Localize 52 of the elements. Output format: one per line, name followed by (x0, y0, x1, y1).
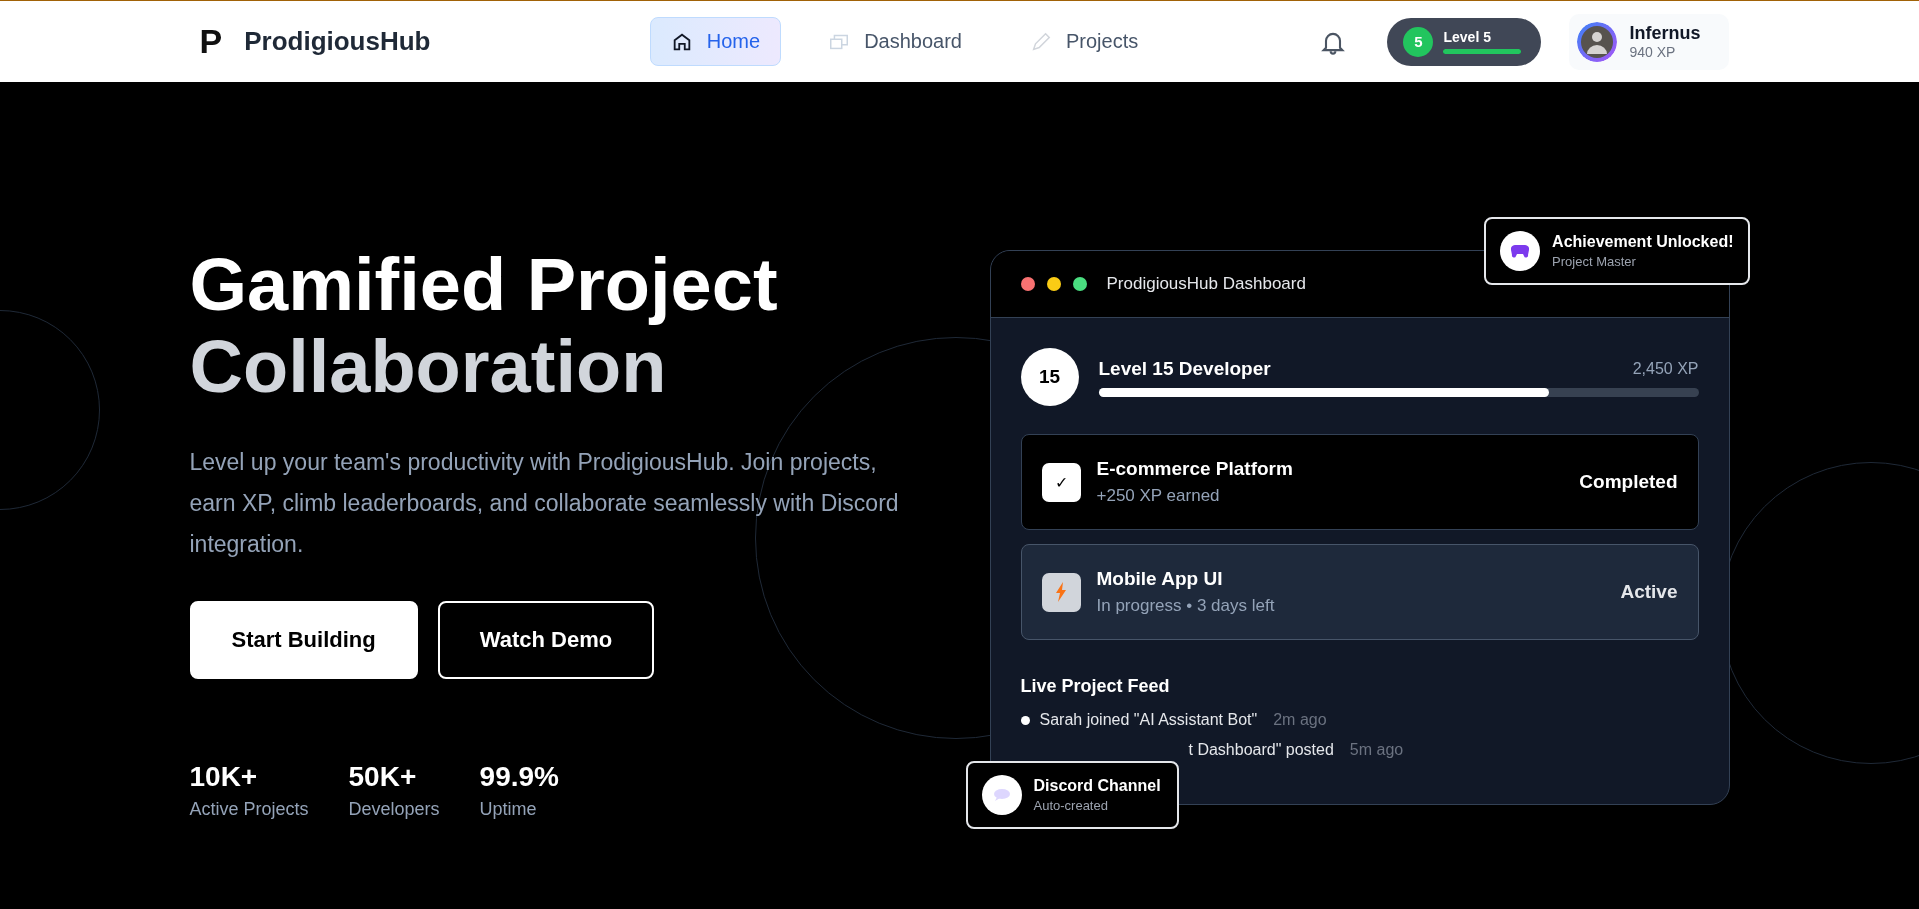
speech-bubble-icon (992, 788, 1011, 802)
bullet-dot (1020, 715, 1030, 725)
start-button[interactable]: Start Building (189, 601, 418, 679)
stat-label: Uptime (479, 799, 538, 820)
xp-total: 2,450 XP (1632, 359, 1699, 378)
stat-value: 10K+ (189, 761, 259, 793)
feed-title: Live Project Feed (1020, 676, 1171, 697)
level-title: Level 15 Developer (1098, 357, 1271, 380)
project-detail: +250 XP earned (1096, 486, 1221, 506)
window-dot (1020, 277, 1035, 291)
level-label: Level 5 (1443, 29, 1492, 45)
demo-button[interactable]: Watch Demo (437, 601, 655, 679)
level-number: 5 (1403, 26, 1434, 57)
window-dot (1072, 277, 1087, 291)
hero-title-line: Collaboration (189, 326, 667, 408)
logo[interactable]: P (199, 22, 223, 61)
stat-label: Active Projects (189, 799, 309, 820)
feed-text: t Dashboard" posted (1188, 741, 1334, 759)
hero-description: Level up your team's productivity with ProdigiousHub. Join projects, earn XP, climb leaderboards, and collaborate seamlessly with Discord integration. (189, 448, 900, 559)
gamepad-icon (1511, 244, 1530, 258)
nav-tab[interactable]: Projects (1008, 17, 1160, 66)
stat-value: 99.9% (479, 761, 559, 793)
stat-label: Developers (348, 799, 440, 820)
hero-title-line: Gamified Project (189, 244, 778, 326)
feed-time: 5m ago (1349, 741, 1404, 759)
toast-subtitle: Project Master (1552, 254, 1637, 269)
user-xp: 940 XP (1629, 44, 1677, 60)
feed-text: Sarah joined "AI Assistant Bot" (1039, 711, 1258, 729)
project-status: Active (1620, 581, 1678, 603)
window-title: ProdigiousHub Dashboard (1106, 274, 1306, 294)
lightning-icon (1055, 582, 1067, 602)
toast-subtitle: Auto-created (1033, 798, 1109, 813)
nav-tab[interactable]: Home (649, 17, 782, 66)
user-name: Infernus (1629, 23, 1701, 44)
project-name: Mobile App UI (1096, 568, 1224, 590)
avatar (1577, 21, 1618, 62)
toast-title: Achievement Unlocked! (1552, 233, 1734, 251)
toast-title: Discord Channel (1033, 777, 1161, 795)
project-status: Completed (1579, 471, 1678, 493)
project-name: E-commerce Platform (1096, 458, 1294, 480)
stat-value: 50K+ (348, 761, 418, 793)
level-badge[interactable]: 5 Level 5 (1387, 17, 1542, 66)
check-icon: ✓ (1041, 462, 1081, 502)
project-card[interactable]: ✓ E-commerce Platform +250 XP earned Completed (1020, 434, 1699, 530)
window-dot (1046, 277, 1061, 291)
feed-time: 2m ago (1273, 711, 1327, 729)
level-number: 15 (1020, 348, 1079, 406)
project-detail: In progress • 3 days left (1096, 596, 1276, 616)
user-menu[interactable]: Infernus 940 XP (1569, 13, 1730, 70)
brand-name[interactable]: ProdigiousHub (244, 26, 431, 57)
project-card[interactable]: Mobile App UI In progress • 3 days left Active (1020, 544, 1699, 640)
nav-tab[interactable]: Dashboard (807, 17, 983, 66)
